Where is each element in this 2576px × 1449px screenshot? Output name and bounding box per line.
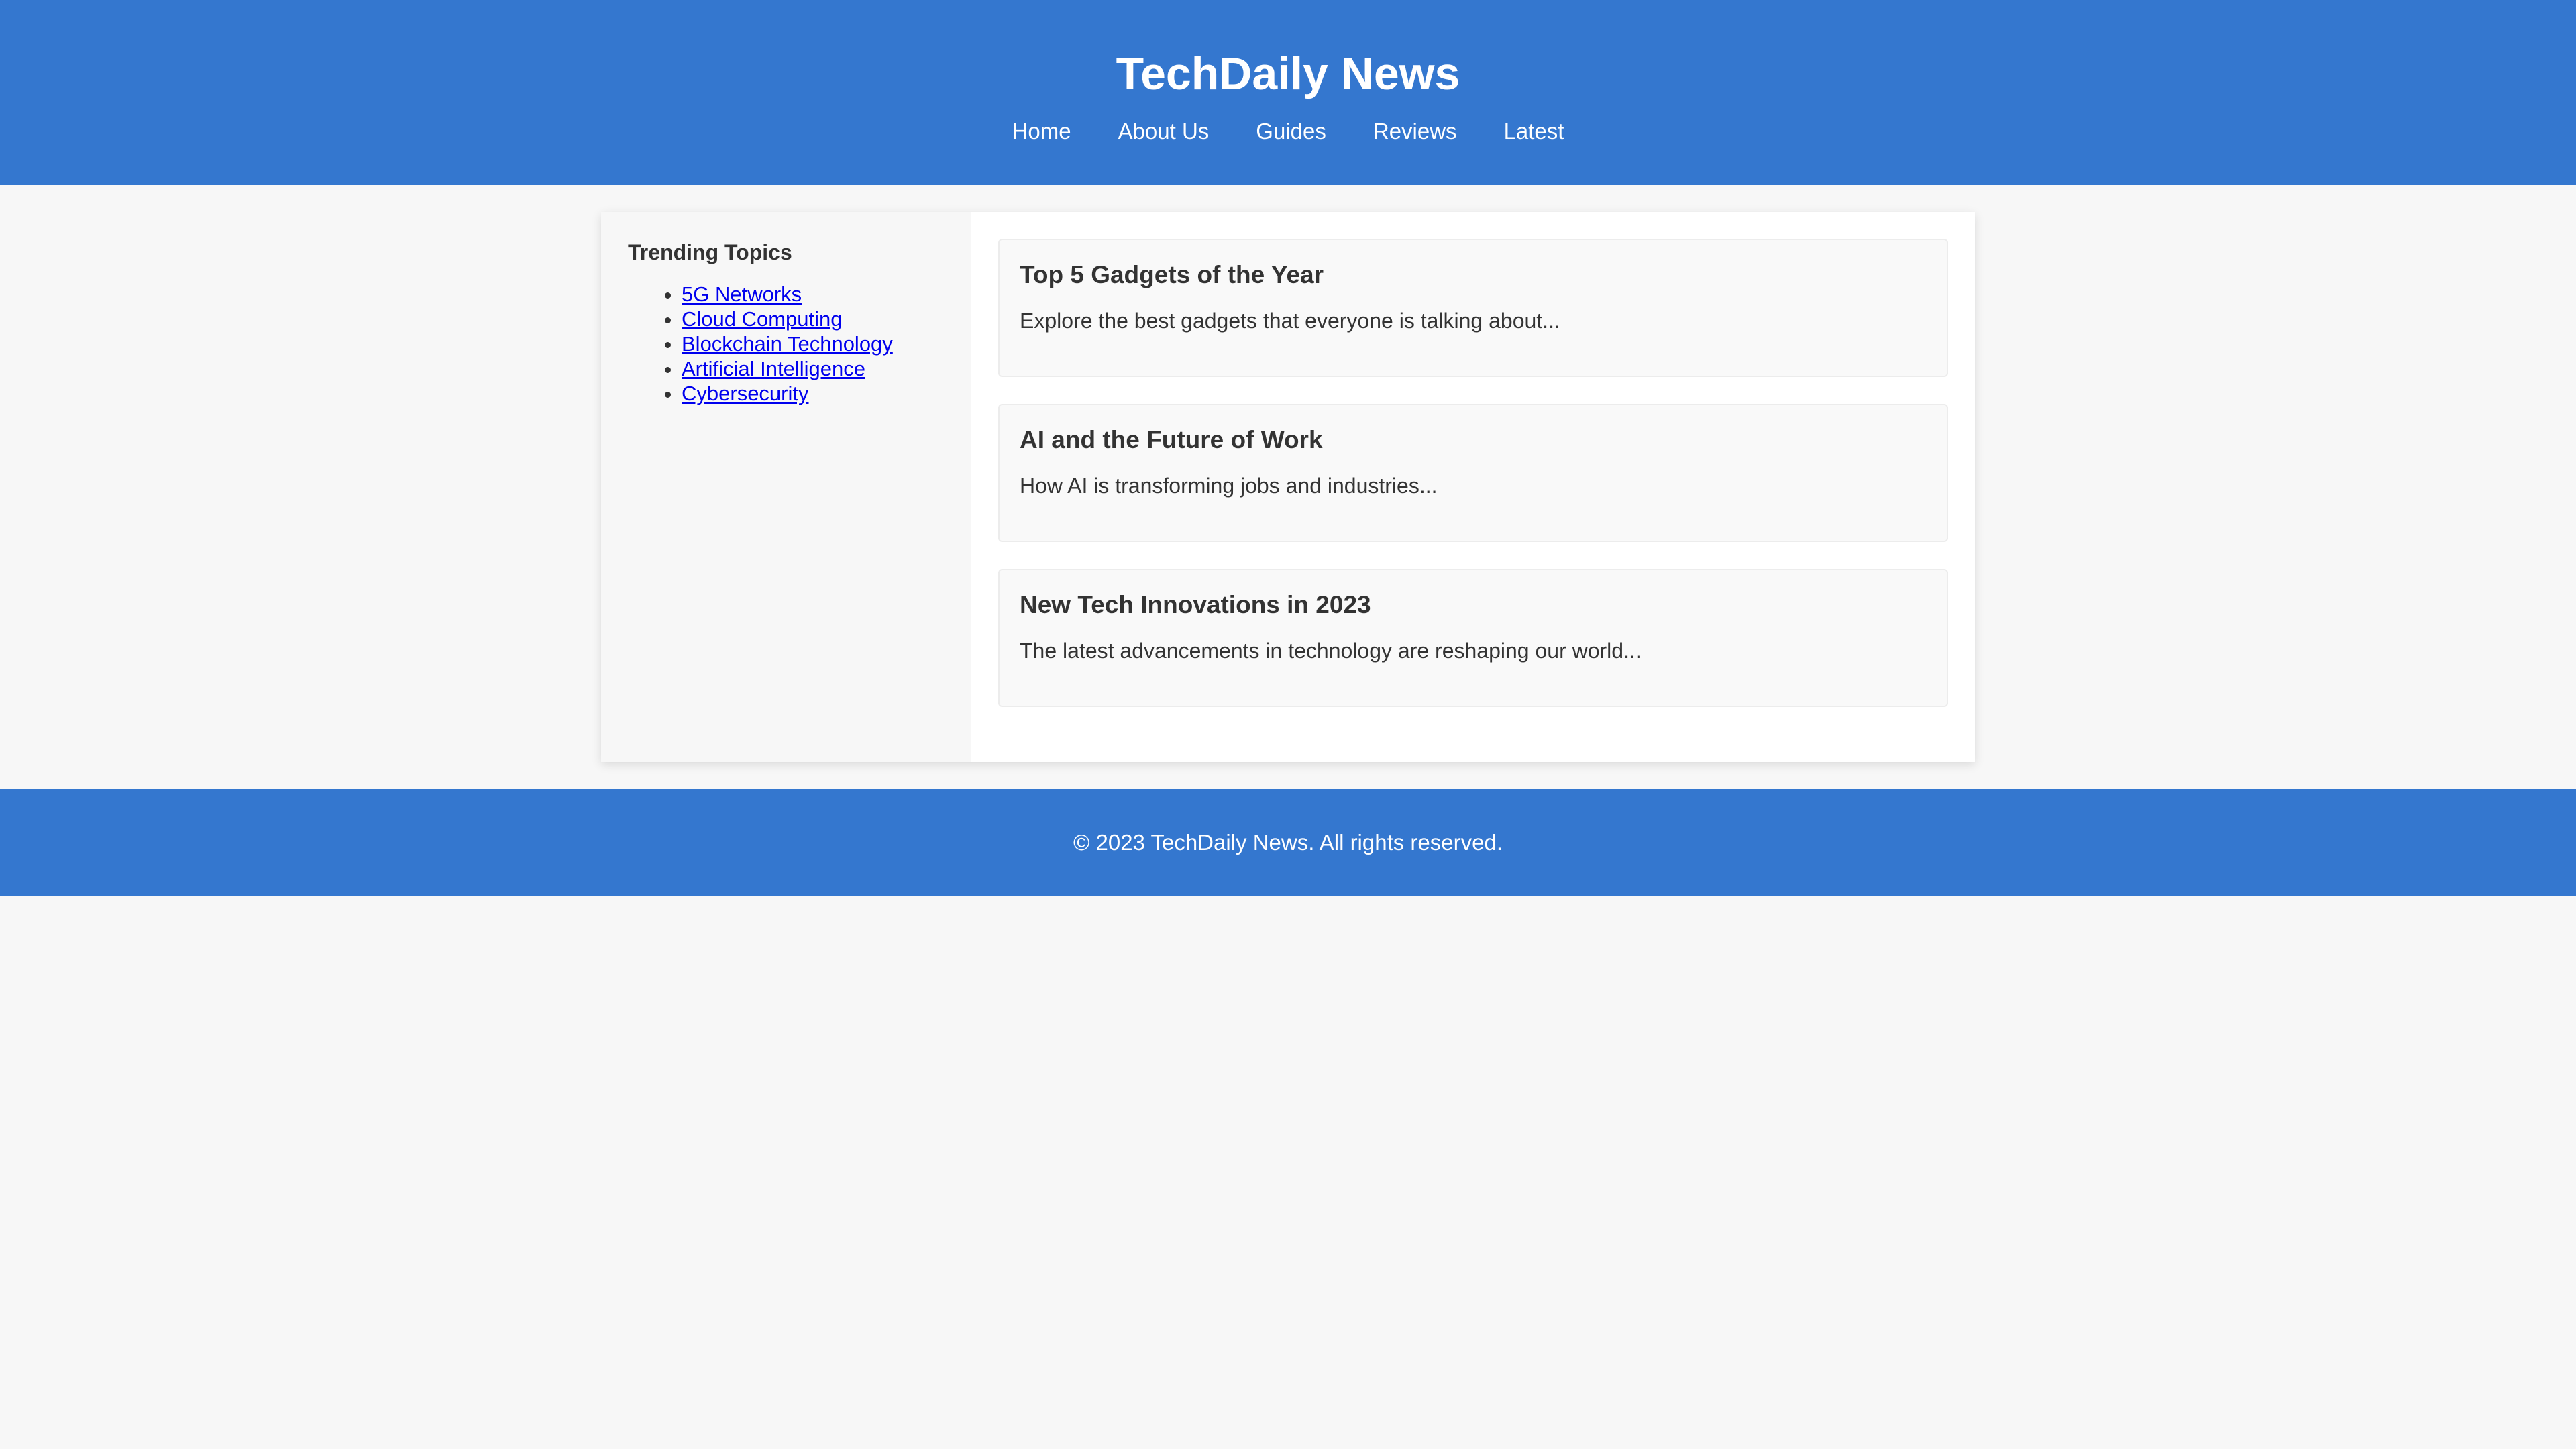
topic-link-blockchain-technology[interactable]: Blockchain Technology	[682, 332, 893, 356]
article-card: Top 5 Gadgets of the Year Explore the be…	[998, 239, 1948, 377]
trending-topics-list: 5G Networks Cloud Computing Blockchain T…	[628, 282, 945, 406]
topic-item: 5G Networks	[682, 282, 945, 307]
topic-item: Blockchain Technology	[682, 331, 945, 356]
article-title: New Tech Innovations in 2023	[1020, 591, 1371, 619]
topic-item: Cloud Computing	[682, 307, 945, 331]
topic-link-cloud-computing[interactable]: Cloud Computing	[682, 307, 843, 331]
site-footer: © 2023 TechDaily News. All rights reserv…	[0, 789, 2576, 896]
nav-reviews-link[interactable]: Reviews	[1373, 118, 1457, 145]
main-nav: Home About Us Guides Reviews Latest	[0, 118, 2576, 145]
article-list: Top 5 Gadgets of the Year Explore the be…	[971, 212, 1975, 762]
content-container: Trending Topics 5G Networks Cloud Comput…	[601, 212, 1975, 762]
article-title: AI and the Future of Work	[1020, 426, 1323, 453]
nav-about-us-link[interactable]: About Us	[1118, 118, 1210, 145]
topic-item: Artificial Intelligence	[682, 356, 945, 381]
site-title: TechDaily News	[1116, 48, 1460, 99]
sidebar-title: Trending Topics	[628, 240, 792, 264]
article-card: AI and the Future of Work How AI is tran…	[998, 404, 1948, 542]
topic-link-artificial-intelligence[interactable]: Artificial Intelligence	[682, 357, 865, 380]
topic-link-5g-networks[interactable]: 5G Networks	[682, 282, 802, 306]
nav-home-link[interactable]: Home	[1012, 118, 1071, 145]
article-summary: Explore the best gadgets that everyone i…	[1020, 309, 1560, 333]
article-summary: How AI is transforming jobs and industri…	[1020, 474, 1438, 498]
sidebar: Trending Topics 5G Networks Cloud Comput…	[601, 212, 971, 762]
article-summary: The latest advancements in technology ar…	[1020, 639, 1642, 663]
article-title: Top 5 Gadgets of the Year	[1020, 261, 1324, 288]
nav-guides-link[interactable]: Guides	[1256, 118, 1326, 145]
article-card: New Tech Innovations in 2023 The latest …	[998, 569, 1948, 707]
topic-item: Cybersecurity	[682, 381, 945, 406]
footer-copyright: © 2023 TechDaily News. All rights reserv…	[1073, 830, 1503, 855]
site-header: TechDaily News Home About Us Guides Revi…	[0, 0, 2576, 185]
nav-latest-link[interactable]: Latest	[1504, 118, 1564, 145]
topic-link-cybersecurity[interactable]: Cybersecurity	[682, 382, 809, 405]
